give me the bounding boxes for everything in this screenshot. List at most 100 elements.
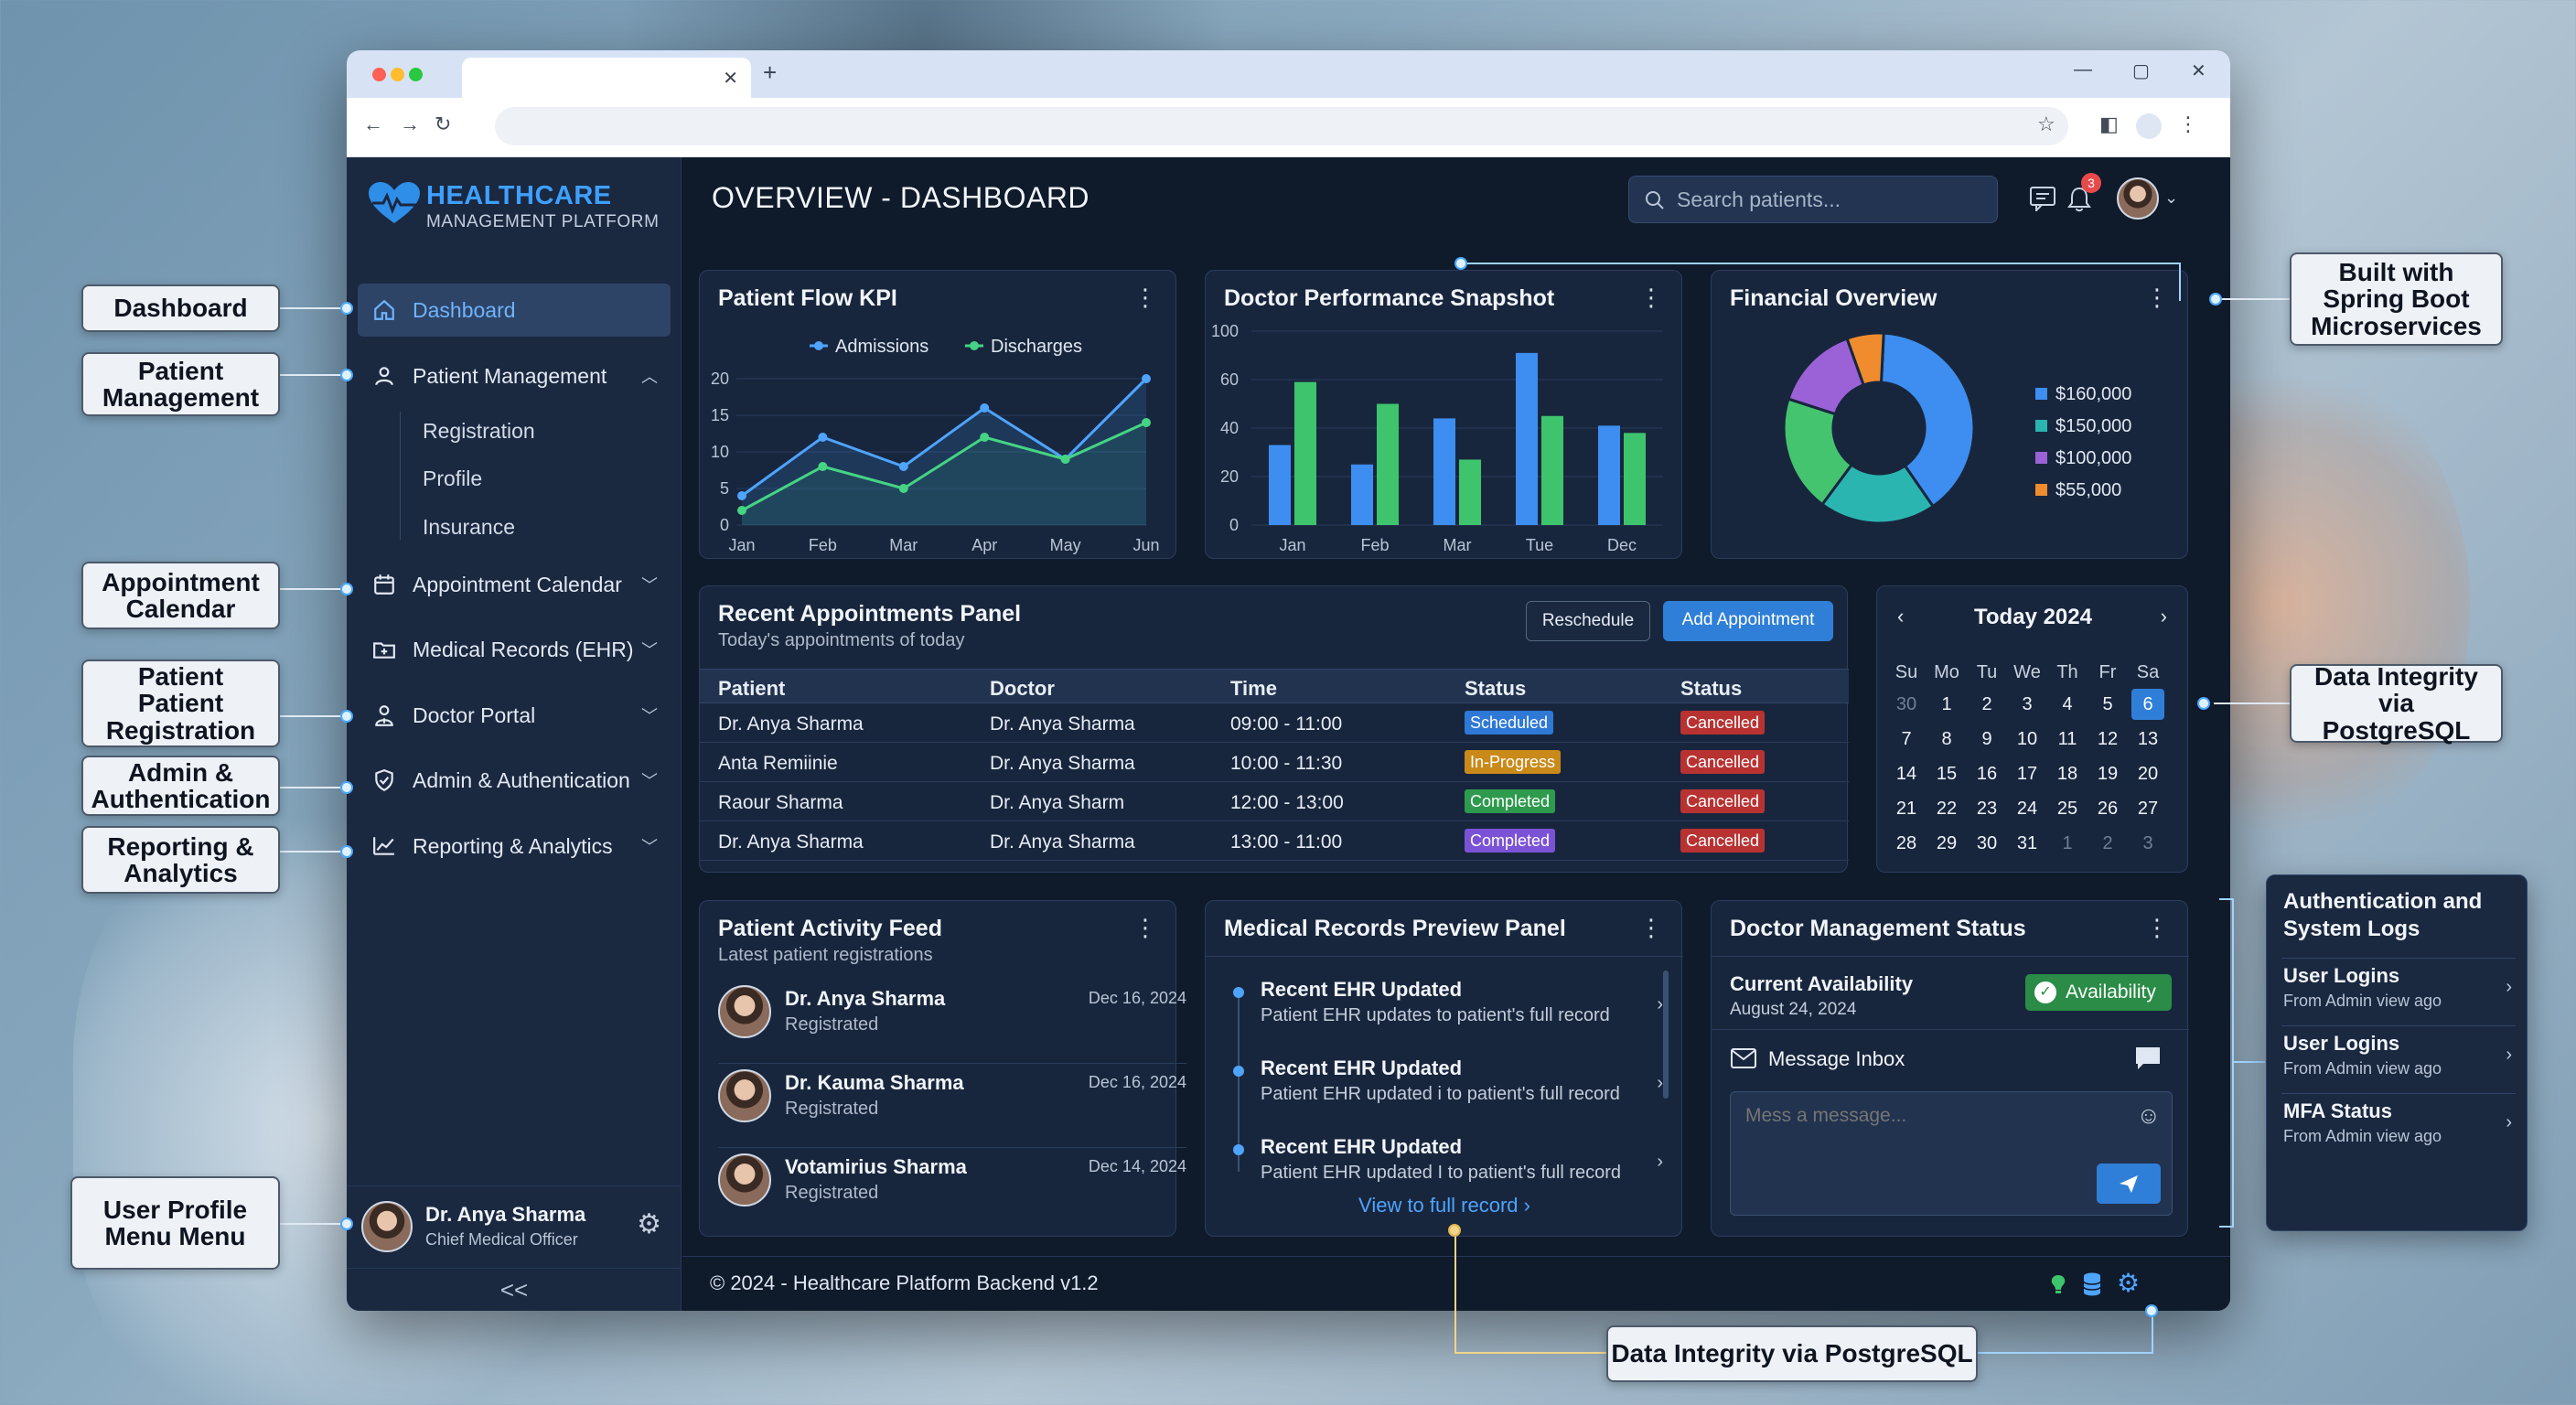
sidebar-item-appointment-calendar[interactable]: Appointment Calendar ﹀ bbox=[358, 558, 671, 611]
calendar-day[interactable]: 30 bbox=[1890, 689, 1923, 720]
calendar-day[interactable]: 7 bbox=[1890, 724, 1923, 755]
calendar-day[interactable]: 21 bbox=[1890, 793, 1923, 824]
chat-icon[interactable] bbox=[2029, 186, 2056, 211]
minimize-window-dot[interactable] bbox=[391, 68, 404, 81]
calendar-day[interactable]: 27 bbox=[2131, 793, 2164, 824]
sidebar-item-reporting[interactable]: Reporting & Analytics ﹀ bbox=[358, 820, 671, 873]
list-item[interactable]: User Logins From Admin view ago › bbox=[2281, 958, 2516, 1024]
chat-bubble-icon[interactable] bbox=[2134, 1046, 2162, 1071]
side-panel-icon[interactable]: ◧ bbox=[2099, 113, 2119, 136]
calendar-day[interactable]: 4 bbox=[2051, 689, 2084, 720]
calendar-day[interactable]: 16 bbox=[1970, 758, 2003, 789]
message-input[interactable] bbox=[1731, 1092, 2124, 1174]
view-full-record-link[interactable]: View to full record › bbox=[1206, 1194, 1683, 1217]
close-window-dot[interactable] bbox=[372, 68, 386, 81]
sidebar-item-patient-management[interactable]: Patient Management ︿ bbox=[358, 349, 671, 402]
calendar-day[interactable]: 17 bbox=[2011, 758, 2044, 789]
reschedule-button[interactable]: Reschedule bbox=[1526, 601, 1650, 641]
list-item[interactable]: Recent EHR Updated Patient EHR updated i … bbox=[1224, 1053, 1663, 1132]
new-tab-icon[interactable]: + bbox=[763, 59, 777, 87]
submenu-item-registration[interactable]: Registration bbox=[423, 419, 535, 444]
calendar-day[interactable]: 19 bbox=[2091, 758, 2124, 789]
close-icon[interactable]: ✕ bbox=[2191, 59, 2206, 82]
list-item[interactable]: Votamirius Sharma Registrated Dec 14, 2024 bbox=[718, 1148, 1186, 1232]
cell-patient: Raour Sharma bbox=[718, 792, 843, 813]
calendar-day[interactable]: 1 bbox=[2051, 828, 2084, 859]
reload-icon[interactable]: ↻ bbox=[435, 113, 451, 136]
calendar-day[interactable]: 28 bbox=[1890, 828, 1923, 859]
financial-donut-chart: $160,000 $150,000 $100,000 $55,000 bbox=[1782, 331, 2131, 525]
calendar-day[interactable]: 22 bbox=[1930, 793, 1963, 824]
close-icon[interactable]: ✕ bbox=[723, 67, 738, 90]
lightbulb-icon[interactable] bbox=[2049, 1273, 2067, 1295]
calendar-day[interactable]: 10 bbox=[2011, 724, 2044, 755]
kebab-menu-icon[interactable]: ⋮ bbox=[1639, 916, 1663, 939]
restore-icon[interactable]: ▢ bbox=[2132, 59, 2150, 82]
calendar-day[interactable]: 25 bbox=[2051, 793, 2084, 824]
list-item[interactable]: MFA Status From Admin view ago › bbox=[2281, 1093, 2516, 1159]
calendar-day[interactable]: 1 bbox=[1930, 689, 1963, 720]
submenu-item-insurance[interactable]: Insurance bbox=[423, 515, 515, 540]
calendar-day[interactable]: 2 bbox=[1970, 689, 2003, 720]
patient-submenu: Registration Profile Insurance bbox=[400, 412, 638, 540]
calendar-day[interactable]: 29 bbox=[1930, 828, 1963, 859]
table-row[interactable]: Dr. Anya Sharma Dr. Anya Sharma 09:00 - 11… bbox=[700, 703, 1849, 743]
availability-toggle[interactable]: ✓ Availability bbox=[2025, 974, 2172, 1011]
calendar-day[interactable]: 9 bbox=[1970, 724, 2003, 755]
search-input[interactable] bbox=[1677, 177, 1988, 222]
calendar-day[interactable]: 31 bbox=[2011, 828, 2044, 859]
calendar-day[interactable]: 8 bbox=[1930, 724, 1963, 755]
back-icon[interactable]: ← bbox=[363, 113, 383, 136]
scrollbar[interactable] bbox=[1663, 971, 1669, 1099]
add-appointment-button[interactable]: Add Appointment bbox=[1663, 601, 1833, 641]
calendar-day[interactable]: 24 bbox=[2011, 793, 2044, 824]
forward-icon[interactable]: → bbox=[400, 113, 420, 136]
minimize-icon[interactable]: — bbox=[2074, 59, 2092, 80]
star-icon[interactable]: ☆ bbox=[2037, 113, 2055, 136]
emoji-icon[interactable]: ☺ bbox=[2136, 1101, 2161, 1130]
avatar[interactable] bbox=[2117, 177, 2159, 220]
calendar-day[interactable]: 6 bbox=[2131, 689, 2164, 720]
calendar-day[interactable]: 15 bbox=[1930, 758, 1963, 789]
calendar-day[interactable]: 13 bbox=[2131, 724, 2164, 755]
sidebar-item-admin-auth[interactable]: Admin & Authentication ﹀ bbox=[358, 754, 671, 807]
submenu-item-profile[interactable]: Profile bbox=[423, 467, 482, 491]
calendar-day[interactable]: 20 bbox=[2131, 758, 2164, 789]
list-item[interactable]: Dr. Kauma Sharma Registrated Dec 16, 2024 bbox=[718, 1064, 1186, 1148]
calendar-day[interactable]: 5 bbox=[2091, 689, 2124, 720]
sidebar-item-dashboard[interactable]: Dashboard bbox=[358, 284, 671, 337]
sidebar-item-medical-records[interactable]: Medical Records (EHR) ﹀ bbox=[358, 623, 671, 676]
account-icon[interactable] bbox=[2136, 113, 2162, 139]
table-row[interactable]: Raour Sharma Dr. Anya Sharm 12:00 - 13:00 C… bbox=[700, 782, 1849, 821]
calendar-day[interactable]: 3 bbox=[2011, 689, 2044, 720]
calendar-day[interactable]: 12 bbox=[2091, 724, 2124, 755]
list-item[interactable]: Dr. Anya Sharma Registrated Dec 16, 2024 bbox=[718, 980, 1186, 1064]
maximize-window-dot[interactable] bbox=[409, 68, 423, 81]
calendar-day[interactable]: 30 bbox=[1970, 828, 2003, 859]
url-input[interactable] bbox=[495, 107, 2068, 145]
user-profile-menu[interactable]: Dr. Anya Sharma Chief Medical Officer ⚙ bbox=[347, 1185, 682, 1268]
calendar-day[interactable]: 3 bbox=[2131, 828, 2164, 859]
settings-gear-icon[interactable]: ⚙ bbox=[2117, 1268, 2140, 1298]
calendar-day[interactable]: 14 bbox=[1890, 758, 1923, 789]
chevron-down-icon[interactable]: ⌄ bbox=[2164, 188, 2178, 208]
gear-icon[interactable]: ⚙ bbox=[637, 1208, 661, 1240]
table-row[interactable]: Anta Remiinie Dr. Anya Sharma 10:00 - 11:3… bbox=[700, 743, 1849, 782]
database-icon[interactable] bbox=[2082, 1271, 2102, 1297]
chevron-right-icon[interactable]: › bbox=[2161, 605, 2167, 628]
list-item[interactable]: User Logins From Admin view ago › bbox=[2281, 1025, 2516, 1091]
kebab-menu-icon[interactable]: ⋮ bbox=[2145, 916, 2169, 939]
send-button[interactable] bbox=[2097, 1164, 2161, 1204]
calendar-day[interactable]: 2 bbox=[2091, 828, 2124, 859]
calendar-day[interactable]: 26 bbox=[2091, 793, 2124, 824]
collapse-sidebar-button[interactable]: << bbox=[347, 1268, 682, 1311]
calendar-day[interactable]: 23 bbox=[1970, 793, 2003, 824]
table-row[interactable]: Dr. Anya Sharma Dr. Anya Sharma 13:00 - 11… bbox=[700, 821, 1849, 861]
browser-tab[interactable]: ✕ bbox=[462, 58, 751, 98]
list-item[interactable]: Recent EHR Updated Patient EHR updates to… bbox=[1224, 974, 1663, 1053]
menu-dots-icon[interactable]: ⋮ bbox=[2178, 113, 2198, 136]
calendar-day[interactable]: 11 bbox=[2051, 724, 2084, 755]
calendar-day[interactable]: 18 bbox=[2051, 758, 2084, 789]
kebab-menu-icon[interactable]: ⋮ bbox=[1133, 916, 1157, 939]
sidebar-item-doctor-portal[interactable]: Doctor Portal ﹀ bbox=[358, 689, 671, 742]
